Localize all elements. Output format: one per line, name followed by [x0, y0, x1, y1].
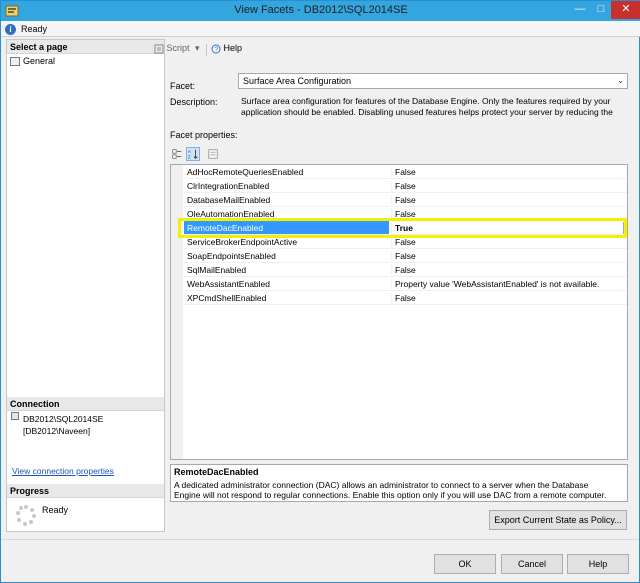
property-name: XPCmdShellEnabled	[187, 293, 267, 303]
minimize-button[interactable]: —	[569, 1, 591, 19]
ok-button[interactable]: OK	[434, 554, 496, 574]
property-value[interactable]: Property value 'WebAssistantEnabled' is …	[391, 279, 627, 289]
toolbar-separator	[206, 44, 207, 56]
help-icon: ?	[211, 44, 221, 54]
help-description: A dedicated administrator connection (DA…	[174, 480, 626, 500]
status-bar: i Ready	[1, 21, 640, 37]
page-icon	[10, 57, 20, 67]
page-item-general[interactable]: General	[10, 56, 55, 68]
grid-gutter	[171, 165, 183, 459]
connection-user: [DB2012\Naveen]	[23, 426, 91, 436]
table-row[interactable]: SoapEndpointsEnabled False	[183, 249, 627, 263]
title-bar[interactable]: View Facets - DB2012\SQL2014SE — □ ✕	[1, 1, 640, 21]
categorized-icon[interactable]	[170, 147, 184, 161]
table-row[interactable]: XPCmdShellEnabled False	[183, 291, 627, 305]
property-name: SqlMailEnabled	[187, 265, 247, 275]
property-name: DatabaseMailEnabled	[187, 195, 271, 205]
connection-server: DB2012\SQL2014SE	[23, 414, 104, 424]
description-text: Surface area configuration for features …	[241, 96, 626, 118]
property-name: WebAssistantEnabled	[187, 279, 271, 289]
script-dropdown-icon[interactable]: ▾	[195, 43, 200, 54]
help-label: Help	[223, 43, 243, 53]
progress-header: Progress	[7, 484, 164, 498]
table-row[interactable]: WebAssistantEnabled Property value 'WebA…	[183, 277, 627, 291]
alphabetical-sort-icon[interactable]: A Z	[186, 147, 200, 161]
description-line: application should be enabled. Disabling…	[241, 107, 613, 117]
info-icon: i	[5, 24, 16, 35]
facet-select[interactable]: Surface Area Configuration ⌄	[238, 73, 628, 89]
help-toolbar-button[interactable]: ? Help	[211, 43, 242, 54]
property-name: ServiceBrokerEndpointActive	[187, 237, 298, 247]
export-policy-button[interactable]: Export Current State as Policy...	[489, 510, 627, 530]
highlight-annotation-box	[178, 218, 627, 238]
view-facets-window: View Facets - DB2012\SQL2014SE — □ ✕ i R…	[0, 0, 640, 583]
maximize-button[interactable]: □	[591, 1, 611, 19]
table-row[interactable]: SqlMailEnabled False	[183, 263, 627, 277]
facet-selected-value: Surface Area Configuration	[243, 76, 352, 86]
page-item-label: General	[23, 56, 56, 66]
table-row[interactable]: DatabaseMailEnabled False	[183, 193, 627, 207]
divider	[1, 539, 639, 540]
select-page-header: Select a page	[7, 40, 164, 54]
property-grid[interactable]: AdHocRemoteQueriesEnabled False ClrInteg…	[170, 164, 628, 460]
script-button[interactable]: Script	[154, 43, 190, 54]
description-label: Description:	[170, 97, 218, 107]
property-help-box: RemoteDacEnabled A dedicated administrat…	[170, 464, 628, 502]
help-line: A dedicated administrator connection (DA…	[174, 480, 589, 490]
close-button[interactable]: ✕	[611, 1, 640, 19]
script-icon	[154, 44, 164, 54]
chevron-down-icon: ⌄	[617, 76, 624, 85]
property-value[interactable]: False	[391, 195, 627, 205]
cancel-button[interactable]: Cancel	[501, 554, 563, 574]
table-row[interactable]: AdHocRemoteQueriesEnabled False	[183, 165, 627, 179]
property-pages-icon[interactable]	[206, 147, 220, 161]
script-label: Script	[166, 43, 190, 53]
property-name: SoapEndpointsEnabled	[187, 251, 276, 261]
progress-spinner-icon	[16, 505, 36, 526]
property-name: AdHocRemoteQueriesEnabled	[187, 167, 304, 177]
facet-properties-label: Facet properties:	[170, 130, 238, 140]
view-connection-properties-link[interactable]: View connection properties	[12, 466, 114, 476]
help-title: RemoteDacEnabled	[174, 467, 259, 477]
property-value[interactable]: False	[391, 251, 627, 261]
property-value[interactable]: False	[391, 265, 627, 275]
help-line: Engine will not respond to regular conne…	[174, 490, 607, 500]
window-title: View Facets - DB2012\SQL2014SE	[234, 4, 408, 16]
connection-header: Connection	[7, 397, 164, 411]
left-panel: Select a page General Connection DB2012\…	[6, 39, 165, 532]
description-line: Surface area configuration for features …	[241, 96, 611, 106]
facet-label: Facet:	[170, 81, 196, 91]
svg-text:A: A	[188, 149, 192, 154]
property-name: ClrIntegrationEnabled	[187, 181, 270, 191]
status-text: Ready	[21, 24, 48, 34]
property-value[interactable]: False	[391, 167, 627, 177]
progress-status: Ready	[42, 505, 69, 515]
server-icon	[11, 412, 19, 420]
svg-text:?: ?	[214, 46, 218, 53]
svg-text:Z: Z	[188, 155, 191, 160]
property-value[interactable]: False	[391, 181, 627, 191]
property-value[interactable]: False	[391, 293, 627, 303]
table-row[interactable]: ClrIntegrationEnabled False	[183, 179, 627, 193]
help-button[interactable]: Help	[567, 554, 629, 574]
property-value[interactable]: False	[391, 237, 627, 247]
